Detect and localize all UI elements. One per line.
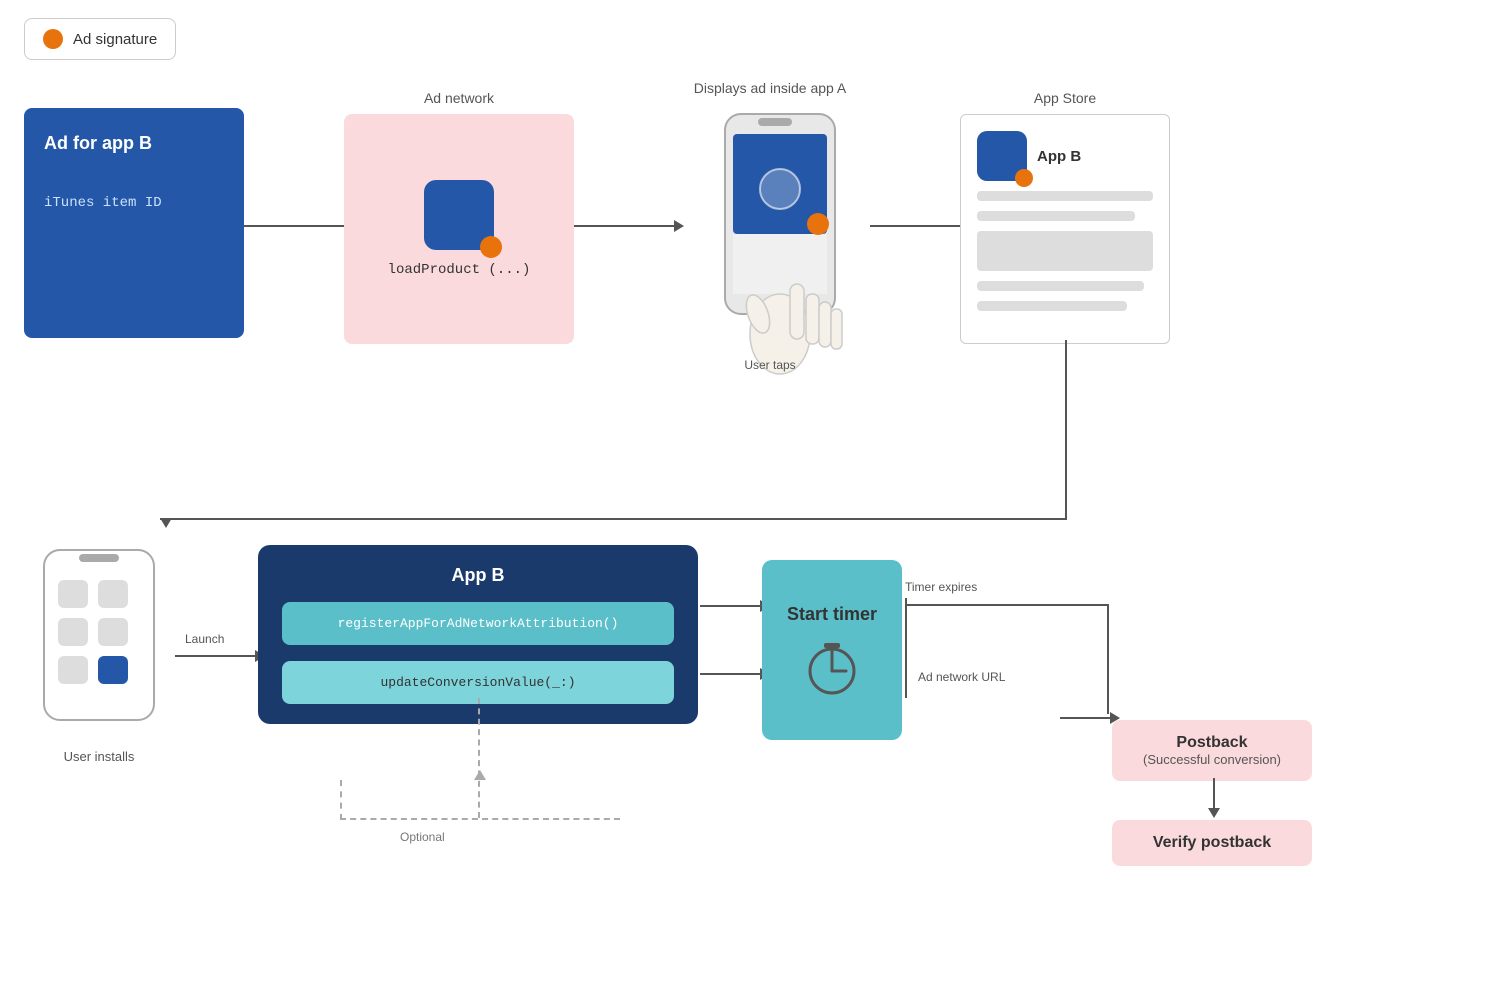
phone-display-svg: User taps xyxy=(670,104,870,384)
ad-signature-dot-store xyxy=(1015,169,1033,187)
ad-network-url-label: Ad network URL xyxy=(918,670,1005,684)
install-phone-svg xyxy=(24,540,174,740)
postback-title: Postback xyxy=(1132,734,1292,752)
arrow-ad-to-network xyxy=(244,220,354,232)
load-product-text: loadProduct (...) xyxy=(388,262,531,278)
app-b-name: App B xyxy=(1037,148,1081,165)
postback-box: Postback (Successful conversion) xyxy=(1112,720,1312,781)
ad-signature-dot-network xyxy=(480,236,502,258)
verify-postback-box: Verify postback xyxy=(1112,820,1312,866)
user-installs-label: User installs xyxy=(24,749,174,764)
arrow-register-timer xyxy=(700,600,770,612)
optional-label: Optional xyxy=(400,830,445,844)
app-store-section: App Store App B xyxy=(960,90,1170,344)
arrow-phone-to-store xyxy=(870,220,970,232)
dashed-line-optional xyxy=(478,698,480,818)
ad-box-title: Ad for app B xyxy=(44,132,224,155)
arrow-down-install xyxy=(160,518,172,528)
ad-box-subtitle: iTunes item ID xyxy=(44,195,224,211)
postback-subtitle: (Successful conversion) xyxy=(1132,752,1292,767)
ad-signature-dot xyxy=(43,29,63,49)
dashed-left-line xyxy=(340,780,342,820)
legend: Ad signature xyxy=(24,18,176,60)
displays-ad-label: Displays ad inside app A xyxy=(670,80,870,96)
ad-network-section: Ad network loadProduct (...) xyxy=(344,90,574,344)
start-timer-label: Start timer xyxy=(787,604,877,625)
vert-line-store xyxy=(1065,340,1067,520)
arrow-postback-verify xyxy=(1208,778,1220,818)
legend-label: Ad signature xyxy=(73,31,157,48)
timer-expires-label: Timer expires xyxy=(905,580,977,594)
start-timer-section: Start timer xyxy=(762,560,902,740)
arrow-network-to-phone xyxy=(574,220,684,232)
svg-text:User taps: User taps xyxy=(744,358,795,372)
timer-icon xyxy=(802,637,862,697)
app-b-dark-title: App B xyxy=(282,565,674,586)
ad-box: Ad for app B iTunes item ID xyxy=(24,108,244,338)
ad-network-label: Ad network xyxy=(344,90,574,106)
phone-display-section: Displays ad inside app A User taps xyxy=(670,80,870,389)
arrow-to-postback xyxy=(1060,712,1120,724)
launch-label: Launch xyxy=(185,632,224,646)
dashed-arrow-up xyxy=(474,770,486,780)
app-store-box: App B xyxy=(960,114,1170,344)
app-store-label: App Store xyxy=(960,90,1170,106)
verify-postback-title: Verify postback xyxy=(1132,834,1292,852)
h-line-timer xyxy=(907,604,1107,606)
v-line-timer xyxy=(1107,604,1109,714)
dashed-h-line xyxy=(340,818,620,820)
user-installs-section: User installs xyxy=(24,540,174,764)
ad-network-box: loadProduct (...) xyxy=(344,114,574,344)
register-box: registerAppForAdNetworkAttribution() xyxy=(282,602,674,645)
horiz-line-bottom xyxy=(160,518,1067,520)
launch-arrow: Launch xyxy=(175,650,265,662)
arrow-update-timer xyxy=(700,668,770,680)
